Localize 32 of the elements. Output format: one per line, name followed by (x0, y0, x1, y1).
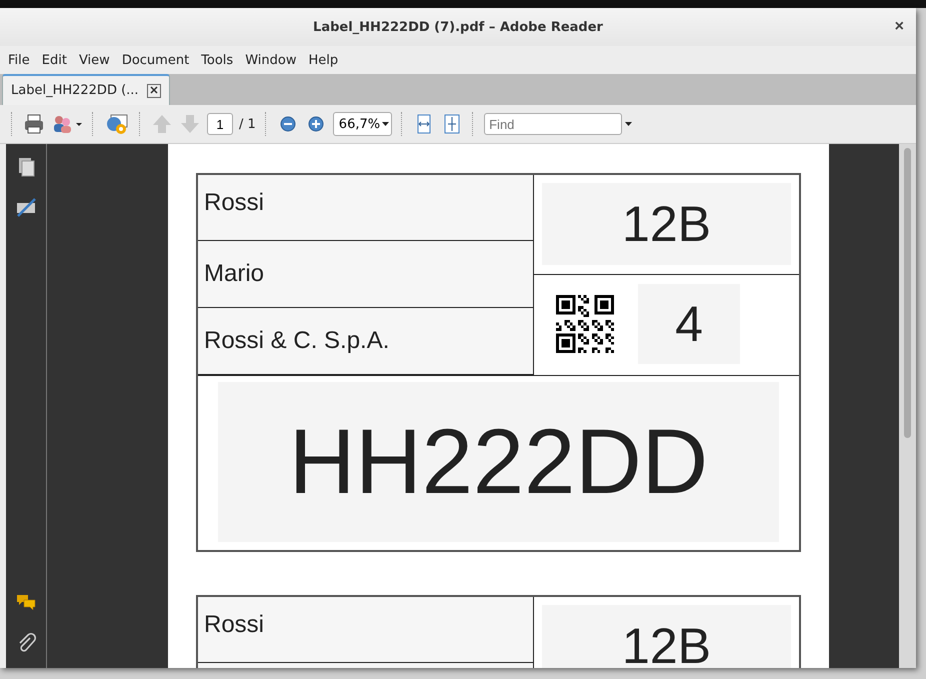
menu-item[interactable]: Document (116, 52, 196, 68)
menu-item[interactable]: View (72, 52, 116, 68)
pen-signature-icon[interactable] (15, 196, 37, 218)
menu-item[interactable]: Window (239, 52, 302, 68)
menu-item[interactable]: Help (302, 52, 344, 68)
page-total-text: / 1 (239, 116, 256, 132)
close-icon[interactable] (146, 84, 161, 98)
company-text: Rossi & C. S.p.A. (198, 308, 533, 375)
plate-text: HH222DD (218, 382, 779, 542)
find-field[interactable]: Find (484, 113, 622, 135)
surname-text: Rossi (198, 597, 533, 663)
zoom-field[interactable]: 66,7% (332, 112, 392, 136)
surname-text: Rossi (198, 175, 533, 241)
print-icon[interactable] (23, 113, 45, 135)
qr-code (556, 295, 614, 353)
people-icon[interactable] (51, 113, 83, 135)
code-text: 12B (542, 183, 791, 265)
first-name-text: Mario (198, 241, 533, 308)
menu-item[interactable]: File (2, 52, 36, 68)
tab-title: Label_HH222DD (... (11, 83, 139, 98)
caret-icon[interactable] (625, 122, 632, 126)
menu-item[interactable]: Tools (195, 52, 240, 68)
code-text: 12B (542, 605, 791, 668)
caret-icon[interactable] (382, 122, 390, 126)
window-title: Label_HH222DD (7).pdf – Adobe Reader (313, 20, 603, 34)
scrollbar[interactable] (899, 144, 916, 668)
close-button[interactable]: × (892, 18, 906, 36)
menu-item[interactable]: Edit (36, 52, 73, 68)
page-number-field[interactable]: 1 (207, 113, 233, 135)
document-tab[interactable]: Label_HH222DD (... (2, 74, 170, 105)
globe-gear-icon[interactable] (104, 113, 130, 135)
count-text: 4 (638, 284, 740, 364)
